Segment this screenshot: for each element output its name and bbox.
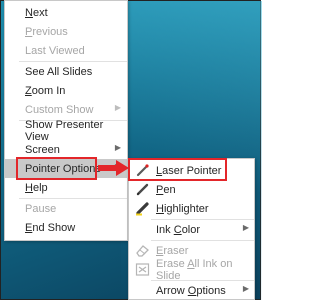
submenu-item-arrow-options[interactable]: Arrow Options ▶ (129, 281, 254, 300)
submenu-item-erase-all-ink[interactable]: Erase All Ink on Slide (129, 257, 254, 282)
menu-item-next[interactable]: Next (5, 3, 127, 22)
submenu-arrow-icon: ▶ (242, 284, 249, 293)
pen-icon (136, 183, 149, 196)
access-key: L (156, 164, 163, 177)
laser-pointer-icon (136, 164, 149, 177)
access-key: N (25, 6, 33, 19)
menu-item-help[interactable]: Help (5, 178, 127, 197)
submenu-item-arrow-options-label: Arrow Options (156, 284, 226, 297)
submenu-item-highlighter[interactable]: Highlighter (129, 199, 254, 218)
slideshow-context-menu: Next Previous Last Viewed See All Slides… (4, 0, 128, 241)
submenu-item-highlighter-label: Highlighter (156, 202, 209, 215)
menu-item-pointer-options-label: Pointer Options (25, 162, 101, 175)
menu-item-see-all-slides[interactable]: See All Slides (5, 62, 127, 81)
menu-item-show-presenter-view[interactable]: Show Presenter View (5, 118, 127, 143)
submenu-item-laser-pointer[interactable]: Laser Pointer (129, 161, 254, 180)
submenu-item-erase-all-ink-label: Erase All Ink on Slide (156, 257, 233, 282)
pointer-options-submenu: Laser Pointer Pen Highlighter Ink Color … (128, 158, 255, 300)
menu-item-screen[interactable]: Screen ▶ (5, 140, 127, 159)
menu-item-see-all-slides-label: See All Slides (25, 65, 93, 78)
access-key: Z (25, 84, 32, 97)
submenu-item-eraser-label: Eraser (156, 244, 189, 257)
menu-item-custom-show-label: Custom Show (25, 103, 94, 116)
menu-item-zoom-in[interactable]: Zoom In (5, 81, 127, 100)
menu-item-help-label: Help (25, 182, 48, 194)
menu-item-custom-show[interactable]: Custom Show ▶ (5, 100, 127, 119)
menu-item-last-viewed-label: Last Viewed (25, 44, 85, 57)
label-rest: nd Show (32, 221, 76, 234)
menu-item-next-label: Next (25, 7, 48, 19)
submenu-item-ink-color-label: Ink Color (156, 223, 201, 236)
menu-item-previous-label: Previous (25, 26, 68, 38)
label-rest: elp (32, 181, 48, 194)
menu-item-pause-label: Pause (25, 202, 57, 215)
label-rest: ext (32, 6, 48, 19)
menu-item-previous[interactable]: Previous (5, 22, 127, 41)
eraser-icon (136, 245, 149, 257)
menu-item-pause[interactable]: Pause (5, 199, 127, 218)
menu-item-show-presenter-view-label: Show Presenter View (25, 118, 104, 143)
access-key: H (156, 202, 164, 215)
label-rest: revious (32, 25, 68, 38)
erase-all-icon (135, 263, 150, 276)
access-key: C (173, 223, 182, 236)
access-key: A (187, 257, 195, 270)
red-arrow-icon (98, 160, 129, 176)
menu-item-end-show[interactable]: End Show (5, 218, 127, 237)
access-key: O (187, 284, 197, 297)
access-key: E (156, 244, 164, 257)
highlighter-icon (136, 202, 149, 216)
menu-item-screen-label: Screen (25, 143, 60, 156)
submenu-item-pen[interactable]: Pen (129, 180, 254, 199)
submenu-item-pen-label: Pen (156, 183, 176, 196)
submenu-arrow-icon: ▶ (114, 143, 121, 152)
menu-item-last-viewed[interactable]: Last Viewed (5, 41, 127, 60)
submenu-item-laser-pointer-label: Laser Pointer (156, 164, 222, 177)
label-rest: oom In (31, 84, 66, 97)
submenu-arrow-icon: ▶ (242, 223, 249, 232)
menu-item-end-show-label: End Show (25, 222, 75, 234)
submenu-arrow-icon: ▶ (114, 103, 121, 112)
access-key: H (25, 181, 33, 194)
access-key: P (156, 183, 164, 196)
menu-item-zoom-in-label: Zoom In (25, 85, 65, 97)
submenu-item-ink-color[interactable]: Ink Color ▶ (129, 220, 254, 239)
